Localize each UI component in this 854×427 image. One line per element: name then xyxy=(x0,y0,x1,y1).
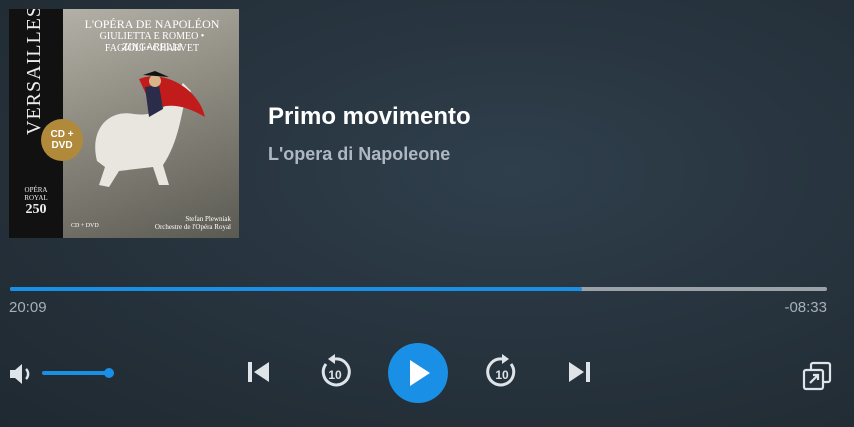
cover-format: CD + DVD xyxy=(71,223,99,229)
next-button[interactable] xyxy=(565,360,593,384)
album-cover: VERSAILLES CD + DVD OPÉRA ROYAL 250 L'OP… xyxy=(9,9,239,238)
previous-button[interactable] xyxy=(245,360,273,384)
cover-band-text: VERSAILLES xyxy=(23,9,45,135)
cover-seal: CD + DVD xyxy=(41,119,83,161)
cover-anniversary: OPÉRA ROYAL 250 xyxy=(21,186,51,218)
cover-credit-orchestra: Orchestre de l'Opéra Royal xyxy=(154,223,231,231)
elapsed-time: 20:09 xyxy=(9,299,47,316)
svg-text:10: 10 xyxy=(495,368,509,382)
cover-credit-conductor: Stefan Plewniak xyxy=(185,215,231,223)
album-title[interactable]: L'opera di Napoleone xyxy=(268,144,450,165)
play-icon xyxy=(410,360,430,386)
forward-10-icon: 10 xyxy=(486,354,516,387)
track-title: Primo movimento xyxy=(268,103,471,130)
volume-slider[interactable] xyxy=(42,371,110,375)
skip-next-icon xyxy=(569,362,590,382)
volume-slider-handle[interactable] xyxy=(104,368,114,378)
cover-anniversary-number: 250 xyxy=(25,202,47,218)
rewind-10-button[interactable]: 10 xyxy=(317,354,353,390)
popout-button[interactable] xyxy=(802,361,832,391)
rewind-10-icon: 10 xyxy=(321,354,351,387)
play-button[interactable] xyxy=(388,343,448,403)
remaining-time: -08:33 xyxy=(784,299,827,316)
progress-bar[interactable] xyxy=(10,287,827,291)
cover-performers: FAGIOLI • CHARVET xyxy=(104,43,200,54)
skip-previous-icon xyxy=(248,362,269,382)
progress-fill xyxy=(10,287,582,291)
volume-icon[interactable] xyxy=(8,362,38,386)
svg-text:10: 10 xyxy=(328,368,342,382)
cover-title: L'OPÉRA DE NAPOLÉON xyxy=(84,17,220,31)
forward-10-button[interactable]: 10 xyxy=(484,354,520,390)
horse-painting-icon xyxy=(95,71,205,187)
cover-anniversary-label: OPÉRA ROYAL xyxy=(24,186,48,202)
popout-icon xyxy=(802,361,832,391)
